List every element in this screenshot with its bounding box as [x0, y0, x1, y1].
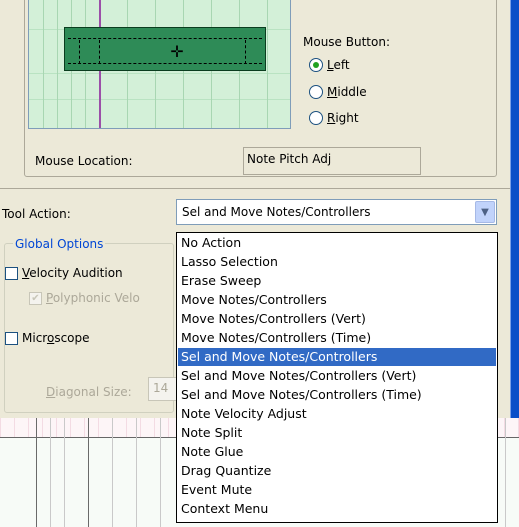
grid-line: [36, 418, 37, 527]
diagonal-size-input[interactable]: 14: [148, 377, 178, 401]
grid-line: [505, 418, 506, 527]
microscope-checkbox[interactable]: Microscope: [5, 331, 90, 345]
grid-line: [50, 418, 51, 527]
radio-left-label: Left: [327, 58, 350, 72]
grid-line: [267, 0, 268, 128]
tool-action-label: Tool Action:: [2, 207, 71, 221]
note-dashed-edge: [68, 38, 262, 39]
window-frame-edge: [510, 0, 519, 418]
dropdown-option[interactable]: Move Notes/Controllers (Vert): [178, 310, 496, 328]
note-block[interactable]: ✛: [64, 27, 266, 71]
grid-line: [88, 418, 89, 527]
mouse-button-title: Mouse Button:: [303, 35, 390, 49]
dropdown-option[interactable]: No Action: [178, 234, 496, 252]
radio-middle-label: Middle: [327, 85, 367, 99]
grid-line: [160, 418, 161, 527]
global-options-legend: Global Options: [13, 237, 106, 251]
grid-line: [136, 418, 137, 527]
dropdown-option[interactable]: Sel and Move Notes/Controllers: [178, 348, 496, 366]
separator: [0, 188, 510, 189]
microscope-label: Microscope: [22, 331, 90, 345]
radio-right-label: Right: [327, 111, 359, 125]
radio-right[interactable]: Right: [309, 110, 359, 126]
mouse-location-value: Note Pitch Adj: [243, 147, 421, 175]
polyphonic-velocity-label: Polyphonic Velo: [46, 291, 140, 305]
dropdown-option[interactable]: Note Velocity Adjust: [178, 405, 496, 423]
dropdown-option[interactable]: Move Notes/Controllers: [178, 291, 496, 309]
checkmark-icon: ✔: [29, 291, 42, 305]
radio-left[interactable]: Left: [309, 57, 350, 73]
velocity-audition-checkbox[interactable]: Velocity Audition: [5, 266, 123, 280]
dropdown-option[interactable]: Move Notes/Controllers (Time): [178, 329, 496, 347]
note-dashed-edge: [245, 40, 246, 64]
grid-line: [112, 418, 113, 527]
radio-dot-icon: [313, 62, 319, 68]
dropdown-option[interactable]: Lasso Selection: [178, 253, 496, 271]
grid-line: [43, 0, 44, 128]
diagonal-size-label: Diagonal Size:: [46, 385, 132, 399]
note-dashed-edge: [79, 40, 80, 64]
checkbox-box: [5, 266, 18, 280]
dropdown-option[interactable]: Sel and Move Notes/Controllers (Time): [178, 386, 496, 404]
chevron-down-icon[interactable]: ▼: [475, 201, 495, 223]
checkbox-box: [5, 331, 18, 345]
crosshair-icon: ✛: [170, 42, 184, 61]
polyphonic-velocity-checkbox[interactable]: ✔ Polyphonic Velo: [29, 291, 140, 305]
dropdown-option[interactable]: Drag Quantize: [178, 462, 496, 480]
tool-action-select[interactable]: Sel and Move Notes/Controllers ▼: [176, 199, 497, 225]
mouse-location-label: Mouse Location:: [35, 154, 133, 168]
tool-action-dropdown-list[interactable]: No Action Lasso Selection Erase Sweep Move …: [176, 232, 498, 523]
dropdown-option[interactable]: Event Mute: [178, 481, 496, 499]
dropdown-option[interactable]: Erase Sweep: [178, 272, 496, 290]
preview-grid: ✛: [28, 0, 291, 129]
note-dashed-edge: [68, 63, 262, 64]
radio-circle-icon: [309, 58, 323, 72]
radio-circle-icon: [309, 85, 323, 99]
radio-circle-icon: [309, 111, 323, 125]
tool-action-value: Sel and Move Notes/Controllers: [182, 205, 371, 219]
radio-middle[interactable]: Middle: [309, 84, 367, 100]
velocity-audition-label: Velocity Audition: [22, 266, 123, 280]
note-dashed-edge: [99, 40, 100, 64]
grid-row-line: [29, 99, 290, 100]
grid-line: [57, 0, 58, 128]
grid-row-line: [29, 73, 290, 74]
dropdown-option[interactable]: Context Menu: [178, 500, 496, 518]
dropdown-option[interactable]: Sel and Move Notes/Controllers (Vert): [178, 367, 496, 385]
grid-line: [64, 418, 65, 527]
dropdown-option[interactable]: Note Glue: [178, 443, 496, 461]
dropdown-option[interactable]: Note Split: [178, 424, 496, 442]
